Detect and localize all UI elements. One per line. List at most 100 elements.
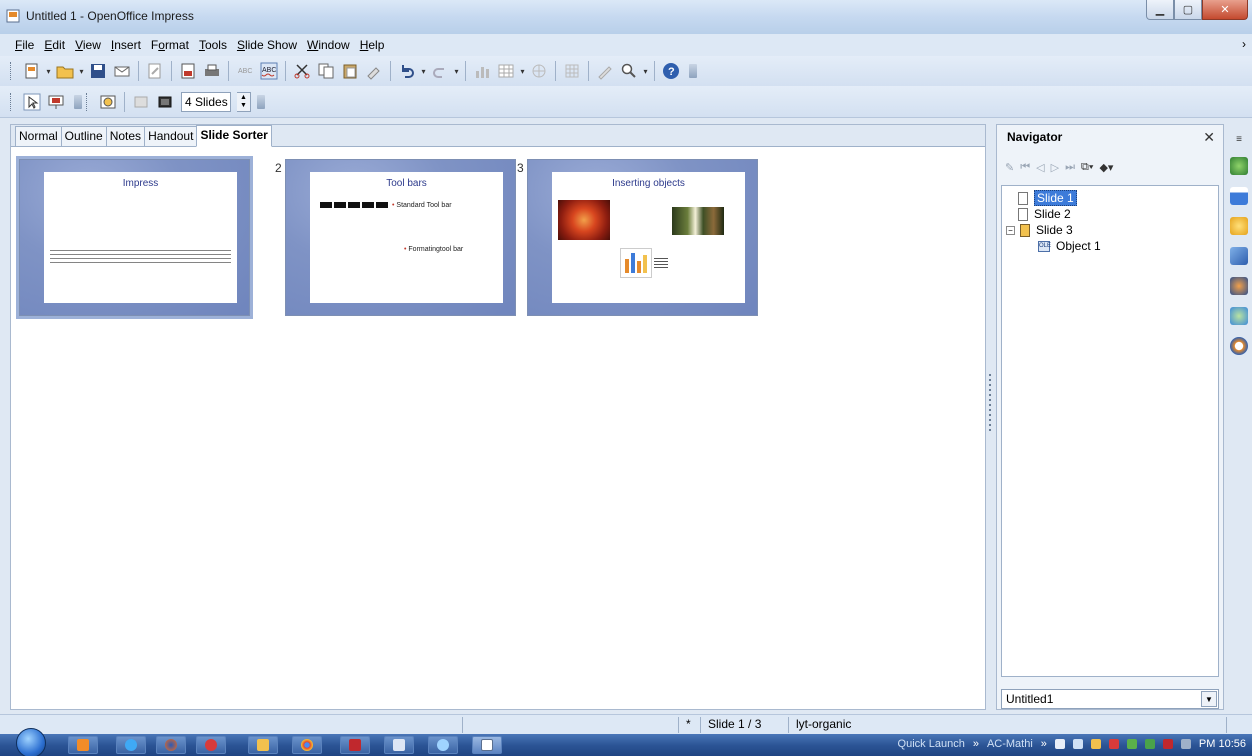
master-pages-icon[interactable] [1230, 187, 1248, 205]
save-icon[interactable] [87, 60, 109, 82]
gallery-icon[interactable] [1230, 307, 1248, 325]
copy-icon[interactable] [315, 60, 337, 82]
new-document-icon[interactable] [21, 60, 43, 82]
menu-help[interactable]: Help [355, 38, 390, 52]
toolbar-options-icon[interactable] [689, 64, 697, 78]
minimize-button[interactable]: ▁ [1146, 0, 1174, 20]
drag-mode-icon[interactable]: ⧉▾ [1081, 161, 1093, 174]
slide-transition-icon[interactable] [1230, 247, 1248, 265]
tree-item-object-1[interactable]: OLE Object 1 [1038, 238, 1101, 254]
toolbar-grip[interactable] [10, 62, 14, 80]
taskbar-chrome[interactable] [292, 736, 322, 754]
splitter-grip[interactable] [989, 374, 991, 434]
slides-per-row-field[interactable]: 4 Slides [181, 91, 231, 112]
taskbar-explorer[interactable] [248, 736, 278, 754]
chart-icon[interactable] [471, 60, 493, 82]
volume-icon[interactable] [1108, 739, 1119, 749]
redo-icon[interactable] [429, 60, 451, 82]
taskbar-app-9[interactable] [428, 736, 458, 754]
grid-icon[interactable] [561, 60, 583, 82]
tab-handout[interactable]: Handout [144, 126, 198, 146]
clone-formatting-icon[interactable] [363, 60, 385, 82]
menu-slide-show[interactable]: Slide Show [232, 38, 302, 52]
spellcheck-icon[interactable]: ABC [234, 60, 256, 82]
show-draw-functions-icon[interactable] [594, 60, 616, 82]
navigator-compass-icon[interactable] [1230, 337, 1248, 355]
next-slide-icon[interactable]: ▷ [1051, 161, 1059, 174]
expand-icon[interactable]: » [1041, 738, 1047, 750]
menu-window[interactable]: Window [302, 38, 355, 52]
toolbar-grip[interactable] [86, 92, 90, 111]
tab-slide-sorter[interactable]: Slide Sorter [196, 125, 272, 147]
tree-item-slide-3[interactable]: − Slide 3 [1006, 222, 1073, 238]
maximize-button[interactable]: ▢ [1174, 0, 1202, 20]
last-slide-icon[interactable]: ⏭ [1065, 161, 1075, 174]
collapse-icon[interactable]: − [1006, 225, 1015, 235]
menu-view[interactable]: View [70, 38, 106, 52]
clock[interactable]: PM 10:56 [1199, 738, 1246, 750]
tree-item-slide-2[interactable]: Slide 2 [1018, 206, 1071, 222]
network-icon[interactable] [1072, 739, 1083, 749]
menu-insert[interactable]: Insert [106, 38, 146, 52]
slide-thumbnail-2[interactable]: Tool bars • Standard Tool bar • Formatin… [285, 159, 516, 316]
deck-menu-icon[interactable]: ≡ [1236, 134, 1242, 145]
previous-slide-icon[interactable]: ◁ [1036, 161, 1044, 174]
edit-file-icon[interactable] [144, 60, 166, 82]
slide-thumbnail-3[interactable]: Inserting objects [527, 159, 758, 316]
document-modified-indicator[interactable]: * [686, 717, 691, 731]
help-icon[interactable]: ? [660, 60, 682, 82]
taskbar-app-1[interactable] [68, 736, 98, 754]
expand-icon[interactable]: » [973, 738, 979, 750]
ac-mathi-label[interactable]: AC-Mathi [987, 738, 1033, 750]
taskbar-ie[interactable] [116, 736, 146, 754]
tray-app-icon[interactable] [1162, 739, 1173, 749]
open-folder-icon[interactable] [54, 60, 76, 82]
spin-up-icon[interactable]: ▲ [240, 94, 247, 102]
menu-tools[interactable]: Tools [194, 38, 232, 52]
cut-icon[interactable] [291, 60, 313, 82]
export-pdf-icon[interactable] [177, 60, 199, 82]
shapes-icon[interactable]: ◆▾ [1099, 161, 1113, 174]
styles-icon[interactable] [1230, 277, 1248, 295]
menu-edit[interactable]: Edit [39, 38, 70, 52]
menu-overflow-icon[interactable]: › [1242, 37, 1246, 51]
toolbar-grip[interactable] [10, 92, 14, 111]
document-select[interactable]: Untitled1 ▼ [1001, 689, 1219, 709]
table-icon[interactable] [495, 60, 517, 82]
rehearse-timings-icon[interactable] [97, 91, 119, 113]
taskbar-word[interactable] [384, 736, 414, 754]
open-dropdown-icon[interactable]: ▾ [77, 67, 86, 76]
tray-app-icon[interactable] [1126, 739, 1137, 749]
hyperlink-icon[interactable] [528, 60, 550, 82]
zoom-icon[interactable] [618, 60, 640, 82]
tree-item-slide-1[interactable]: Slide 1 [1018, 190, 1077, 206]
tab-normal[interactable]: Normal [15, 126, 62, 146]
undo-icon[interactable] [396, 60, 418, 82]
flag-icon[interactable] [1054, 739, 1065, 749]
chevron-down-icon[interactable]: ▼ [1201, 691, 1217, 707]
redo-dropdown-icon[interactable]: ▾ [452, 67, 461, 76]
undo-dropdown-icon[interactable]: ▾ [419, 67, 428, 76]
slide-show-icon[interactable] [45, 91, 67, 113]
pane-splitter[interactable] [986, 124, 994, 710]
pen-icon[interactable]: ✎ [1005, 161, 1014, 174]
close-icon[interactable]: ✕ [1203, 129, 1215, 146]
first-slide-icon[interactable]: ⏮ [1020, 161, 1030, 174]
taskbar-app-4[interactable] [196, 736, 226, 754]
select-arrow-icon[interactable] [21, 91, 43, 113]
quick-launch-label[interactable]: Quick Launch [898, 738, 965, 750]
hide-slide-icon[interactable] [154, 91, 176, 113]
close-button[interactable]: ✕ [1202, 0, 1248, 20]
spin-down-icon[interactable]: ▼ [240, 102, 247, 110]
tray-app-icon[interactable] [1180, 739, 1191, 749]
start-button[interactable] [16, 728, 46, 756]
tab-notes[interactable]: Notes [105, 126, 146, 146]
slide-thumbnail-1[interactable]: Impress [16, 156, 253, 319]
zoom-dropdown-icon[interactable]: ▾ [641, 67, 650, 76]
properties-icon[interactable] [1230, 157, 1248, 175]
paste-icon[interactable] [339, 60, 361, 82]
autospellcheck-icon[interactable]: ABC [258, 60, 280, 82]
toolbar-options-icon[interactable] [74, 94, 82, 109]
print-icon[interactable] [201, 60, 223, 82]
taskbar-acrobat[interactable] [340, 736, 370, 754]
